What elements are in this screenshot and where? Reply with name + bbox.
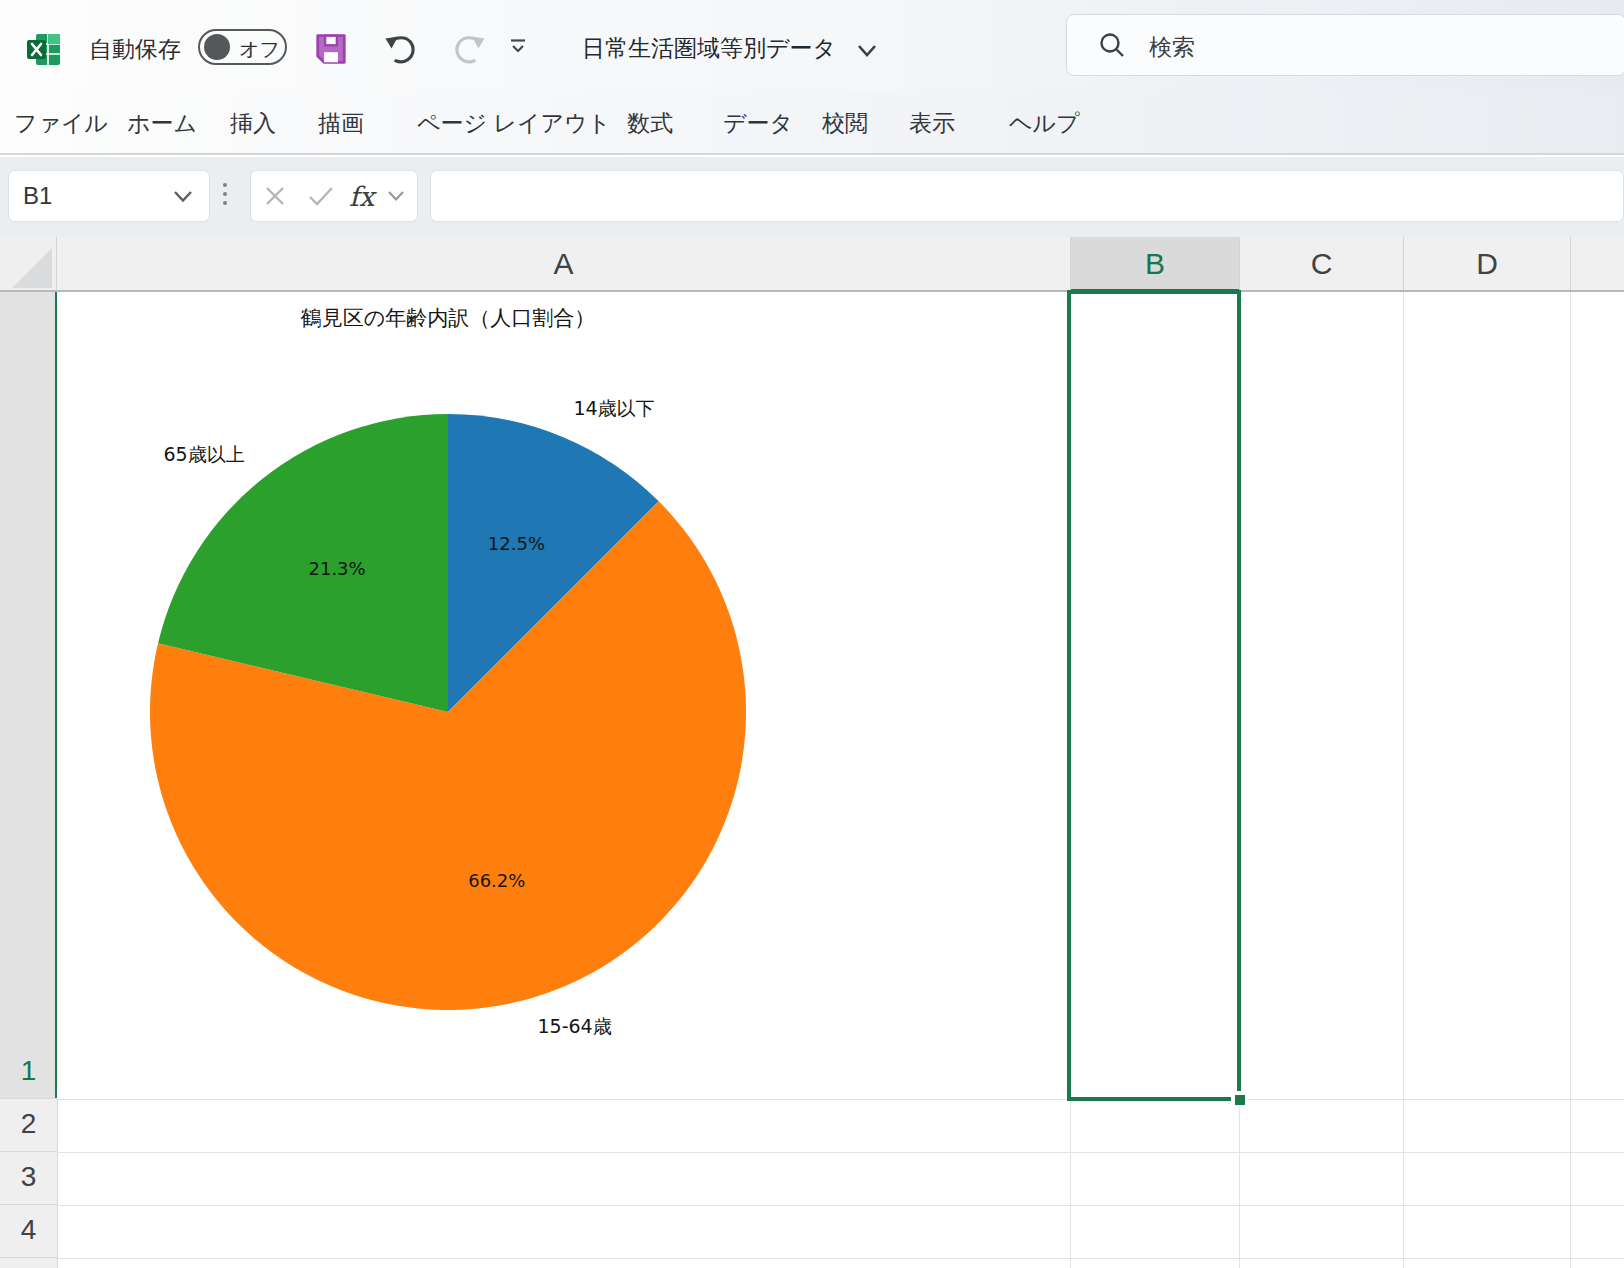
autosave-state-label: オフ: [239, 36, 280, 63]
tab-file[interactable]: ファイル: [14, 108, 108, 139]
gridline-v: [1570, 292, 1571, 1268]
formula-buttons: fx: [250, 170, 418, 222]
selected-cell-B1[interactable]: [1067, 290, 1241, 1101]
save-button[interactable]: [314, 32, 350, 68]
gridline-h: [58, 1152, 1624, 1153]
tab-data[interactable]: データ: [723, 108, 793, 139]
toggle-knob-icon: [204, 34, 230, 60]
cancel-icon[interactable]: [263, 171, 287, 221]
row-header-5[interactable]: [0, 1258, 57, 1268]
search-box[interactable]: 検索: [1066, 14, 1624, 76]
gridline-h: [58, 1258, 1624, 1259]
pie-label-1: 15-64歳: [537, 1014, 611, 1040]
row-header-4[interactable]: 4: [0, 1205, 57, 1258]
tab-home[interactable]: ホーム: [127, 108, 197, 139]
search-placeholder: 検索: [1149, 32, 1195, 63]
select-all-button[interactable]: [0, 237, 57, 292]
undo-button[interactable]: [382, 32, 418, 68]
select-all-triangle-icon: [12, 248, 52, 288]
document-title[interactable]: 日常生活圏域等別データ: [582, 33, 878, 64]
ribbon-tab-bar: ファイルホーム 挿入 描画 ページ レイアウト数式 データ校閲 表示 ヘルプ: [0, 90, 1624, 155]
pie-pct-2: 21.3%: [308, 557, 365, 578]
gridline-v: [1403, 292, 1404, 1268]
gridline-h: [58, 1099, 1624, 1100]
autosave-label: 自動保存: [89, 34, 181, 65]
tab-insert[interactable]: 挿入: [230, 108, 276, 139]
formula-input[interactable]: [430, 170, 1624, 222]
row-header-2[interactable]: 2: [0, 1099, 57, 1152]
pie-label-2: 65歳以上: [163, 442, 244, 468]
column-header-D[interactable]: D: [1403, 237, 1570, 290]
column-header-C[interactable]: C: [1239, 237, 1403, 290]
autosave-toggle[interactable]: オフ: [198, 29, 287, 65]
chevron-down-icon: [856, 44, 878, 58]
customize-qat-button[interactable]: [507, 38, 543, 74]
chevron-down-line-icon: [507, 38, 529, 58]
name-box-chevron-icon: [173, 190, 193, 203]
search-icon: [1097, 31, 1127, 61]
enter-check-icon[interactable]: [307, 171, 335, 221]
tab-view[interactable]: 表示: [909, 108, 955, 139]
fx-chevron-icon[interactable]: [387, 171, 405, 221]
column-header-A[interactable]: A: [57, 237, 1070, 290]
pie-label-0: 14歳以下: [573, 396, 654, 422]
pie-pct-1: 66.2%: [468, 870, 525, 891]
pie-chart-svg: [108, 372, 788, 1052]
formula-bar: B1 fx: [0, 157, 1624, 237]
sheet-grid[interactable]: 鶴見区の年齢内訳（人口割合） 14歳以下 12.5% 15-64歳 66.2% 65歳以…: [58, 292, 1624, 1268]
tab-page-layout[interactable]: ページ レイアウト: [417, 108, 611, 139]
tab-draw[interactable]: 描画: [318, 108, 364, 139]
row-header-1[interactable]: 1: [0, 292, 57, 1099]
formula-bar-drag-handle-icon[interactable]: [222, 183, 228, 211]
excel-window: 自動保存 オフ: [0, 0, 1624, 1268]
gridline-h: [58, 1205, 1624, 1206]
column-headers: ABCD: [57, 237, 1624, 292]
column-header-B[interactable]: B: [1070, 237, 1239, 290]
title-bar: 自動保存 オフ: [0, 0, 1624, 90]
redo-icon: [452, 32, 488, 66]
chart-title: 鶴見区の年齢内訳（人口割合）: [301, 304, 596, 332]
cell-reference: B1: [23, 182, 52, 210]
insert-function-icon[interactable]: fx: [349, 171, 374, 221]
document-title-text: 日常生活圏域等別データ: [582, 35, 836, 61]
save-icon: [314, 32, 348, 66]
tab-review[interactable]: 校閲: [822, 108, 868, 139]
fill-handle[interactable]: [1235, 1095, 1245, 1105]
undo-icon: [382, 32, 418, 66]
excel-logo-icon[interactable]: [27, 33, 61, 66]
row-headers: 1234: [0, 292, 58, 1268]
tab-formulas[interactable]: 数式: [627, 108, 673, 139]
embedded-pie-chart[interactable]: 鶴見区の年齢内訳（人口割合） 14歳以下 12.5% 15-64歳 66.2% 65歳以…: [57, 292, 1070, 1099]
redo-button[interactable]: [452, 32, 488, 68]
pie-pct-0: 12.5%: [488, 532, 545, 553]
name-box[interactable]: B1: [8, 170, 210, 222]
row-header-3[interactable]: 3: [0, 1152, 57, 1205]
tab-help[interactable]: ヘルプ: [1009, 108, 1080, 139]
excel-sheet-cell: [48, 34, 60, 44]
column-header-e[interactable]: [1570, 237, 1624, 290]
